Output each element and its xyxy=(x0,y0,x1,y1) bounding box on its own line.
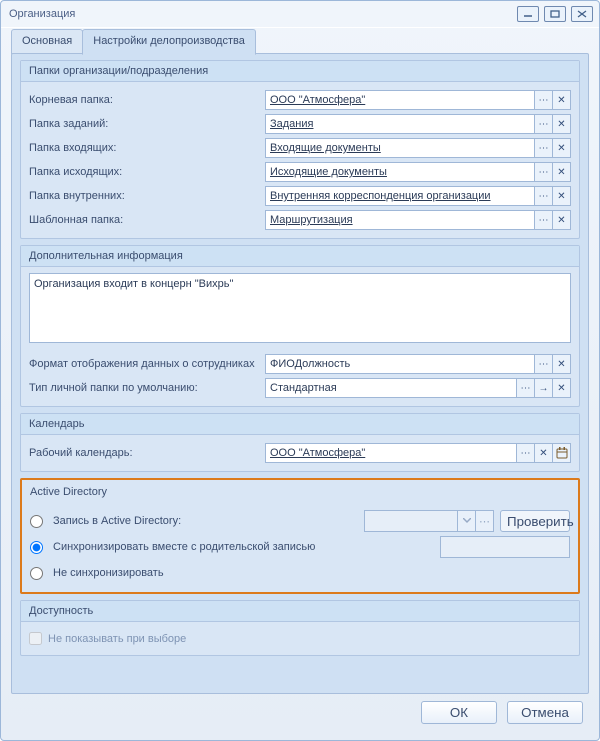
label-outgoing-folder: Папка исходящих: xyxy=(29,166,265,178)
emp-display-browse-button[interactable]: ⋯ xyxy=(535,354,553,374)
label-personal-folder: Тип личной папки по умолчанию: xyxy=(29,382,265,394)
checkbox-hide-on-select[interactable] xyxy=(29,632,42,645)
ad-parent-field xyxy=(440,536,570,558)
label-template-folder: Шаблонная папка: xyxy=(29,214,265,226)
group-folders: Папки организации/подразделения Корневая… xyxy=(20,60,580,239)
input-outgoing-folder[interactable] xyxy=(265,162,535,182)
input-emp-display[interactable] xyxy=(265,354,535,374)
incoming-folder-clear-button[interactable]: ✕ xyxy=(553,138,571,158)
label-incoming-folder: Папка входящих: xyxy=(29,142,265,154)
minimize-button[interactable] xyxy=(517,6,539,22)
input-work-calendar[interactable] xyxy=(265,443,517,463)
outgoing-folder-browse-button[interactable]: ⋯ xyxy=(535,162,553,182)
close-button[interactable] xyxy=(571,6,593,22)
tab-main[interactable]: Основная xyxy=(11,29,83,54)
root-folder-clear-button[interactable]: ✕ xyxy=(553,90,571,110)
tasks-folder-browse-button[interactable]: ⋯ xyxy=(535,114,553,134)
outgoing-folder-clear-button[interactable]: ✕ xyxy=(553,162,571,182)
group-active-directory: Active Directory Запись в Active Directo… xyxy=(20,478,580,594)
ad-check-button[interactable]: Проверить xyxy=(500,510,570,532)
label-internal-folder: Папка внутренних: xyxy=(29,190,265,202)
tab-bar: Основная Настройки делопроизводства xyxy=(11,29,589,53)
extra-memo[interactable] xyxy=(29,273,571,343)
titlebar: Организация xyxy=(1,1,599,27)
window: Организация Основная Настройки делопроиз… xyxy=(0,0,600,741)
template-folder-browse-button[interactable]: ⋯ xyxy=(535,210,553,230)
tab-page-docflow: Папки организации/подразделения Корневая… xyxy=(12,54,588,693)
radio-ad-nosync[interactable] xyxy=(30,567,43,580)
chevron-down-icon[interactable] xyxy=(458,510,476,532)
label-ad-record: Запись в Active Directory: xyxy=(53,515,181,527)
internal-folder-browse-button[interactable]: ⋯ xyxy=(535,186,553,206)
dialog-footer: ОК Отмена xyxy=(11,694,589,730)
tasks-folder-clear-button[interactable]: ✕ xyxy=(553,114,571,134)
calendar-icon[interactable] xyxy=(553,443,571,463)
group-ad-title: Active Directory xyxy=(22,480,578,502)
radio-ad-sync[interactable] xyxy=(30,541,43,554)
group-folders-title: Папки организации/подразделения xyxy=(21,61,579,82)
maximize-button[interactable] xyxy=(544,6,566,22)
window-title: Организация xyxy=(7,8,512,20)
input-root-folder[interactable] xyxy=(265,90,535,110)
work-calendar-clear-button[interactable]: ✕ xyxy=(535,443,553,463)
root-folder-browse-button[interactable]: ⋯ xyxy=(535,90,553,110)
personal-folder-go-button[interactable]: → xyxy=(535,378,553,398)
radio-ad-record[interactable] xyxy=(30,515,43,528)
group-extra-title: Дополнительная информация xyxy=(21,246,579,267)
group-calendar: Календарь Рабочий календарь: ⋯ ✕ xyxy=(20,413,580,472)
ad-record-combo[interactable]: ⋯ xyxy=(364,510,494,532)
group-availability: Доступность Не показывать при выборе xyxy=(20,600,580,656)
group-calendar-title: Календарь xyxy=(21,414,579,435)
input-incoming-folder[interactable] xyxy=(265,138,535,158)
label-ad-sync: Синхронизировать вместе с родительской з… xyxy=(53,541,315,553)
group-availability-title: Доступность xyxy=(21,601,579,622)
label-emp-display: Формат отображения данных о сотрудниках xyxy=(29,358,265,370)
ok-button[interactable]: ОК xyxy=(421,701,497,724)
tab-page-container: Папки организации/подразделения Корневая… xyxy=(11,53,589,694)
label-hide-on-select: Не показывать при выборе xyxy=(48,633,186,645)
input-template-folder[interactable] xyxy=(265,210,535,230)
personal-folder-browse-button[interactable]: ⋯ xyxy=(517,378,535,398)
input-personal-folder[interactable] xyxy=(265,378,517,398)
label-ad-nosync: Не синхронизировать xyxy=(53,567,164,579)
template-folder-clear-button[interactable]: ✕ xyxy=(553,210,571,230)
input-tasks-folder[interactable] xyxy=(265,114,535,134)
label-work-calendar: Рабочий календарь: xyxy=(29,447,265,459)
work-calendar-browse-button[interactable]: ⋯ xyxy=(517,443,535,463)
personal-folder-clear-button[interactable]: ✕ xyxy=(553,378,571,398)
tab-docflow[interactable]: Настройки делопроизводства xyxy=(82,29,256,55)
ad-record-browse-button[interactable]: ⋯ xyxy=(476,510,494,532)
internal-folder-clear-button[interactable]: ✕ xyxy=(553,186,571,206)
cancel-button[interactable]: Отмена xyxy=(507,701,583,724)
incoming-folder-browse-button[interactable]: ⋯ xyxy=(535,138,553,158)
emp-display-clear-button[interactable]: ✕ xyxy=(553,354,571,374)
label-root-folder: Корневая папка: xyxy=(29,94,265,106)
input-internal-folder[interactable] xyxy=(265,186,535,206)
label-tasks-folder: Папка заданий: xyxy=(29,118,265,130)
client-area: Основная Настройки делопроизводства Папк… xyxy=(1,28,599,740)
group-extra: Дополнительная информация Формат отображ… xyxy=(20,245,580,407)
